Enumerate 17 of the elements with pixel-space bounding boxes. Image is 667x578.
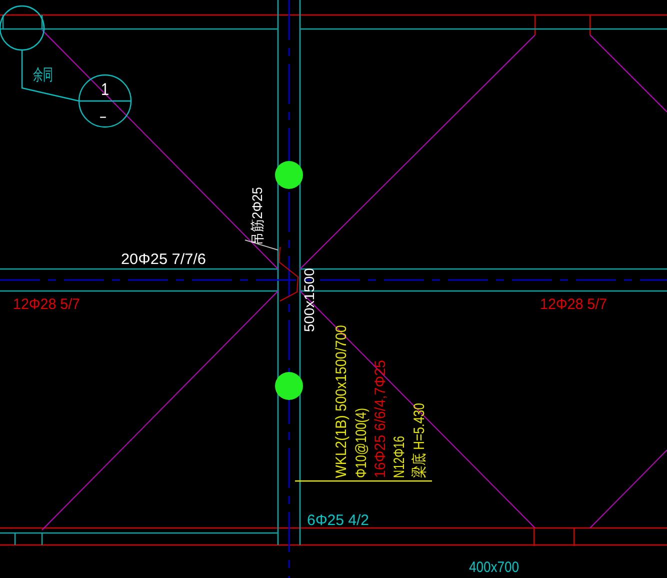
column-marker [275,161,303,189]
drawing-label: 梁底 H=5.430 [411,386,428,478]
drawing-label: WKL2(1B) 500x1500/700 [333,310,350,478]
column-marker [275,372,303,400]
drawing-label: - [99,108,104,124]
drawing-label: 12Φ28 5/7 [13,296,84,313]
drawing-label: 400x700 [469,559,527,576]
drawing-label: 12Φ28 5/7 [540,296,610,313]
drawing-label: 500x1500 [301,270,317,332]
drawing-label: 余同 [33,67,65,84]
drawing-label: 6Φ25 4/2 [307,512,370,529]
drawing-label: 吊筋2Φ25 [249,182,265,245]
drawing-label: Φ10@100(4) [353,390,370,478]
drawing-label: N12Φ16 [391,422,408,478]
drawing-label: 16Φ25 6/6/4,7Φ25 [372,354,389,478]
drawing-label: 20Φ25 7/7/6 [121,251,204,268]
hanger-bar-drawing [278,246,299,302]
